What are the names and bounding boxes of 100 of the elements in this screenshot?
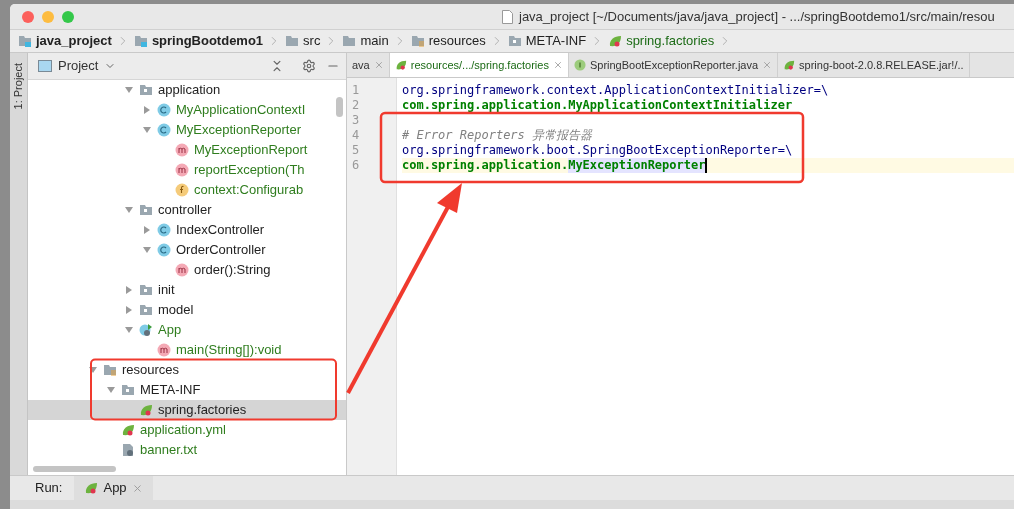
project-view-selector[interactable]: Project xyxy=(58,56,99,76)
tree-item-label: reportException(Th xyxy=(194,161,305,180)
method-icon xyxy=(175,143,189,157)
field-icon xyxy=(175,183,189,197)
tree-item-label: MyExceptionReporter xyxy=(176,121,301,140)
method-icon xyxy=(157,343,171,357)
close-icon[interactable] xyxy=(373,60,384,70)
tree-item[interactable]: MyExceptionReporter xyxy=(28,120,346,140)
close-icon[interactable] xyxy=(552,60,563,70)
collapse-all-icon[interactable] xyxy=(270,59,284,73)
tree-item[interactable]: application.yml xyxy=(28,420,346,440)
expand-arrow-icon[interactable] xyxy=(142,245,152,255)
method-icon xyxy=(175,163,189,177)
tree-item-label: MyApplicationContextI xyxy=(176,101,306,120)
class-icon xyxy=(157,123,171,137)
interface-icon xyxy=(573,59,586,71)
vertical-scrollbar-thumb[interactable] xyxy=(336,97,343,117)
project-view-icon xyxy=(38,60,52,72)
tree-item-label: OrderController xyxy=(176,241,266,260)
tree-item-label: main(String[]):void xyxy=(176,341,282,360)
tree-item[interactable]: context:Configurab xyxy=(28,180,346,200)
package-folder-icon xyxy=(139,303,153,317)
tree-item-label: init xyxy=(158,281,175,300)
tree-item[interactable]: main(String[]):void xyxy=(28,340,346,360)
leaf-icon xyxy=(121,423,135,437)
tree-item-label: App xyxy=(158,321,182,340)
breadcrumb-item[interactable]: META-INF xyxy=(507,31,587,51)
run-tab[interactable]: App xyxy=(74,476,153,500)
resources-folder-icon xyxy=(410,34,425,48)
collapse-arrow-icon[interactable] xyxy=(142,105,152,115)
tree-item-label: META-INF xyxy=(140,381,201,400)
close-icon[interactable] xyxy=(131,482,143,494)
document-icon xyxy=(502,9,513,24)
zoom-window-button[interactable] xyxy=(62,10,74,23)
settings-icon[interactable] xyxy=(302,59,316,73)
tree-item[interactable]: MyExceptionReport xyxy=(28,140,346,160)
expand-arrow-icon[interactable] xyxy=(124,325,134,335)
line-number: 1 xyxy=(352,83,360,97)
breadcrumb-item[interactable]: springBootdemo1 xyxy=(133,31,264,51)
expand-arrow-icon[interactable] xyxy=(124,205,134,215)
tree-item[interactable]: model xyxy=(28,300,346,320)
tree-item-label: MyExceptionReport xyxy=(194,141,308,160)
tree-item[interactable]: spring.factories xyxy=(28,400,346,420)
class-icon xyxy=(157,103,171,117)
breadcrumb-item[interactable]: main xyxy=(342,31,389,51)
module-folder-icon xyxy=(18,34,32,48)
tree-item[interactable]: IndexController xyxy=(28,220,346,240)
leaf-icon xyxy=(394,59,407,71)
leaf-icon xyxy=(783,59,796,71)
expand-arrow-icon[interactable] xyxy=(142,125,152,135)
window-title: java_project [~/Documents/java/java_project] - .../springBootdemo1/src/main/resou xyxy=(519,7,995,26)
run-label: Run: xyxy=(35,479,63,498)
run-class-icon xyxy=(139,323,153,337)
tree-item-label: application xyxy=(158,81,221,100)
project-stripe-button[interactable]: 1: Project xyxy=(10,63,27,110)
breadcrumb-item[interactable]: java_project xyxy=(18,31,112,51)
tree-item-label: banner.txt xyxy=(140,441,198,460)
line-number: 2 xyxy=(352,98,360,112)
package-folder-icon xyxy=(507,34,522,48)
tree-item-label: model xyxy=(158,301,194,320)
leaf-icon xyxy=(84,481,99,495)
tree-item[interactable]: MyApplicationContextI xyxy=(28,100,346,120)
code-line: org.springframework.context.ApplicationContextInitializer=\ xyxy=(402,83,830,98)
package-folder-icon xyxy=(139,203,153,217)
package-folder-icon xyxy=(121,383,135,397)
tree-item-label: resources xyxy=(122,361,180,380)
text-file-icon xyxy=(121,443,135,457)
tree-item-label: context:Configurab xyxy=(194,181,304,200)
tree-item[interactable]: application xyxy=(28,80,346,100)
collapse-arrow-icon[interactable] xyxy=(142,225,152,235)
line-number: 5 xyxy=(352,143,360,157)
breadcrumb-item[interactable]: spring.factories xyxy=(608,31,715,51)
editor-tab[interactable]: resources/.../spring.factories xyxy=(389,53,569,77)
method-icon xyxy=(175,263,189,277)
tree-item[interactable]: OrderController xyxy=(28,240,346,260)
code-line: org.springframework.boot.SpringBootExceptionReporter=\ xyxy=(402,143,794,158)
tree-item[interactable]: App xyxy=(28,320,346,340)
horizontal-scrollbar-thumb[interactable] xyxy=(33,466,116,472)
package-folder-icon xyxy=(139,283,153,297)
tree-item[interactable]: controller xyxy=(28,200,346,220)
tree-item[interactable]: META-INF xyxy=(28,380,346,400)
class-icon xyxy=(157,243,171,257)
expand-arrow-icon[interactable] xyxy=(124,85,134,95)
leaf-icon xyxy=(139,403,153,417)
leaf-icon xyxy=(608,34,623,48)
line-number: 6 xyxy=(352,158,360,172)
class-icon xyxy=(157,223,171,237)
line-number: 3 xyxy=(352,113,360,127)
tree-item-label: application.yml xyxy=(140,421,226,440)
tree-item[interactable]: init xyxy=(28,280,346,300)
breadcrumb-item[interactable]: resources xyxy=(410,31,486,51)
tree-item-label: controller xyxy=(158,201,212,220)
tree-item[interactable]: banner.txt xyxy=(28,440,346,460)
close-icon[interactable] xyxy=(762,60,773,70)
breadcrumb-item[interactable]: src xyxy=(285,31,321,51)
tree-item[interactable]: resources xyxy=(28,360,346,380)
resources-folder-icon xyxy=(103,363,117,377)
tree-item[interactable]: order():String xyxy=(28,260,346,280)
tree-item[interactable]: reportException(Th xyxy=(28,160,346,180)
close-window-button[interactable] xyxy=(22,10,34,23)
